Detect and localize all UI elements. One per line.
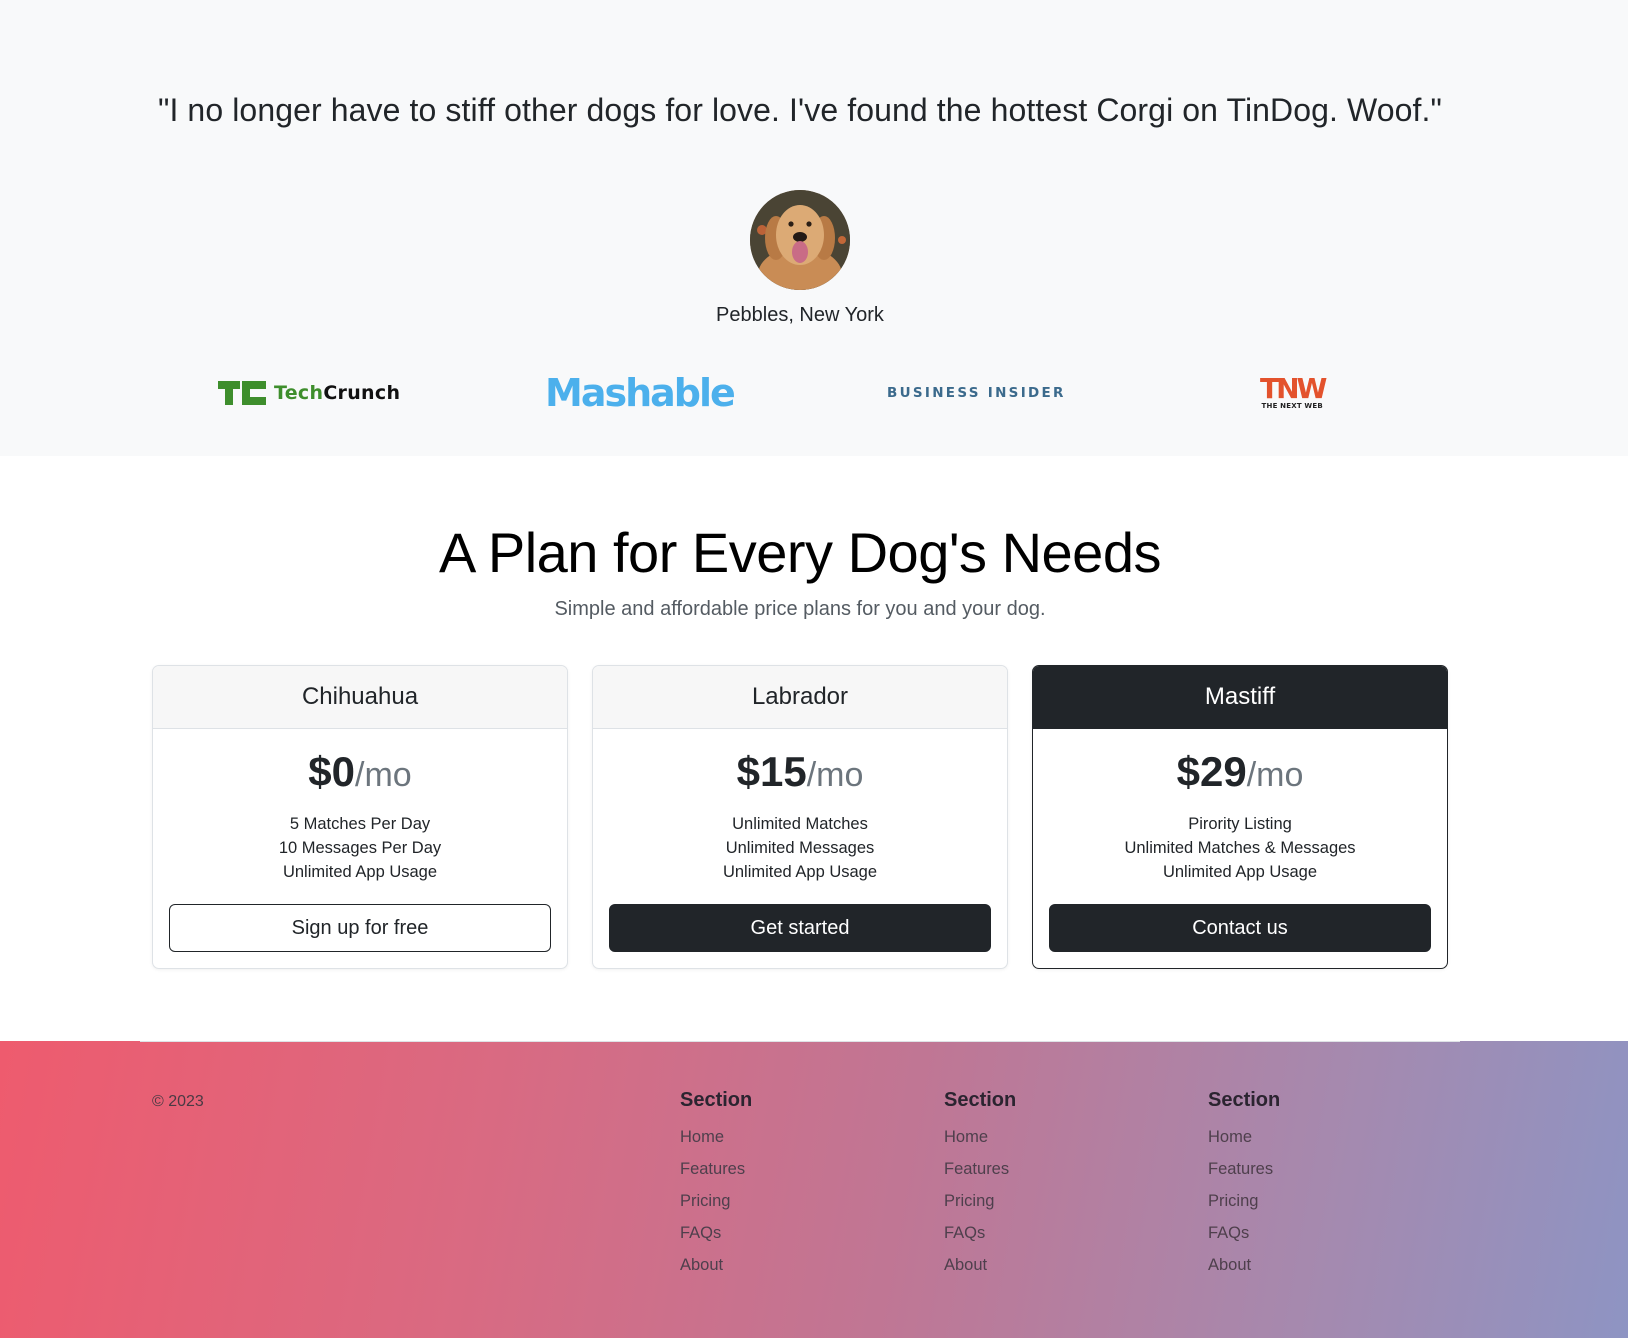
plan-card-mastiff: Mastiff $29/mo Pirority Listing Unlimite… <box>1032 665 1448 969</box>
techcrunch-word-crunch: Crunch <box>323 382 401 404</box>
plan-card-labrador: Labrador $15/mo Unlimited Matches Unlimi… <box>592 665 1008 969</box>
tnw-logo-mark: TNW <box>1260 372 1327 405</box>
plan-price: $15/mo <box>593 745 1007 802</box>
contact-us-button[interactable]: Contact us <box>1049 904 1431 952</box>
footer-column: Section Home Features Pricing FAQs About <box>1208 1089 1280 1281</box>
footer-column-heading: Section <box>944 1089 1017 1111</box>
footer-link-pricing[interactable]: Pricing <box>1208 1185 1280 1217</box>
footer-link-about[interactable]: About <box>680 1249 752 1281</box>
plan-feature: 10 Messages Per Day <box>278 839 442 857</box>
dog-avatar-icon <box>750 190 850 290</box>
plan-price-amount: $0 <box>308 748 356 795</box>
footer-link-about[interactable]: About <box>944 1249 1016 1281</box>
plan-feature: Unlimited Matches <box>732 815 868 833</box>
plan-name: Chihuahua <box>153 666 567 729</box>
techcrunch-logo: TechCrunch <box>218 370 400 416</box>
footer-link-faqs[interactable]: FAQs <box>944 1217 1016 1249</box>
footer-link-faqs[interactable]: FAQs <box>680 1217 752 1249</box>
plan-features: 5 Matches Per Day 10 Messages Per Day Un… <box>153 812 567 884</box>
footer-divider <box>140 1041 1460 1042</box>
pricing-title: A Plan for Every Dog's Needs <box>439 521 1161 584</box>
footer-link-pricing[interactable]: Pricing <box>680 1185 752 1217</box>
techcrunch-mark-icon <box>218 381 266 405</box>
plan-feature: Unlimited App Usage <box>1162 863 1318 881</box>
testimonial-section: "I no longer have to stiff other dogs fo… <box>0 0 1628 456</box>
plan-feature: Unlimited App Usage <box>282 863 438 881</box>
plan-card-chihuahua: Chihuahua $0/mo 5 Matches Per Day 10 Mes… <box>152 665 568 969</box>
footer-link-pricing[interactable]: Pricing <box>944 1185 1016 1217</box>
plan-feature: Unlimited App Usage <box>722 863 878 881</box>
plan-price: $29/mo <box>1033 745 1447 802</box>
footer-column-heading: Section <box>680 1089 753 1111</box>
plan-feature: 5 Matches Per Day <box>289 815 431 833</box>
footer: © 2023 Section Home Features Pricing FAQ… <box>0 1041 1628 1338</box>
footer-column: Section Home Features Pricing FAQs About <box>944 1089 1016 1281</box>
copyright: © 2023 <box>152 1093 204 1110</box>
plan-name: Labrador <box>593 666 1007 729</box>
mashable-logo: Mashable <box>545 371 736 415</box>
footer-column: Section Home Features Pricing FAQs About <box>680 1089 752 1281</box>
plan-price-period: /mo <box>806 756 864 794</box>
footer-link-home[interactable]: Home <box>1208 1121 1280 1153</box>
plan-feature: Unlimited Messages <box>725 839 875 857</box>
plan-features: Pirority Listing Unlimited Matches & Mes… <box>1033 812 1447 884</box>
techcrunch-word-tech: Tech <box>274 382 324 404</box>
footer-link-about[interactable]: About <box>1208 1249 1280 1281</box>
footer-link-faqs[interactable]: FAQs <box>1208 1217 1280 1249</box>
footer-link-home[interactable]: Home <box>680 1121 752 1153</box>
tnw-logo: TNW THE NEXT WEB <box>1260 370 1327 416</box>
plan-price-amount: $29 <box>1176 748 1247 795</box>
testimonial-author: Pebbles, New York <box>716 304 884 326</box>
plan-price: $0/mo <box>153 745 567 802</box>
footer-link-features[interactable]: Features <box>944 1153 1016 1185</box>
tnw-logo-subtext: THE NEXT WEB <box>1261 402 1323 410</box>
sign-up-free-button[interactable]: Sign up for free <box>169 904 551 952</box>
plan-price-period: /mo <box>355 756 412 794</box>
plan-feature: Pirority Listing <box>1188 815 1292 833</box>
plan-name: Mastiff <box>1033 666 1447 729</box>
testimonial-quote: "I no longer have to stiff other dogs fo… <box>157 92 1442 128</box>
get-started-button[interactable]: Get started <box>609 904 991 952</box>
footer-link-features[interactable]: Features <box>1208 1153 1280 1185</box>
footer-link-features[interactable]: Features <box>680 1153 752 1185</box>
dog-face-icon <box>750 190 850 290</box>
plan-price-amount: $15 <box>736 748 807 795</box>
business-insider-logo: BUSINESS INSIDER <box>887 385 1066 401</box>
footer-column-heading: Section <box>1208 1089 1281 1111</box>
plan-feature: Unlimited Matches & Messages <box>1124 839 1356 857</box>
plan-features: Unlimited Matches Unlimited Messages Unl… <box>593 812 1007 884</box>
pricing-subtitle: Simple and affordable price plans for yo… <box>554 598 1046 620</box>
plan-price-period: /mo <box>1246 756 1304 794</box>
footer-link-home[interactable]: Home <box>944 1121 1016 1153</box>
